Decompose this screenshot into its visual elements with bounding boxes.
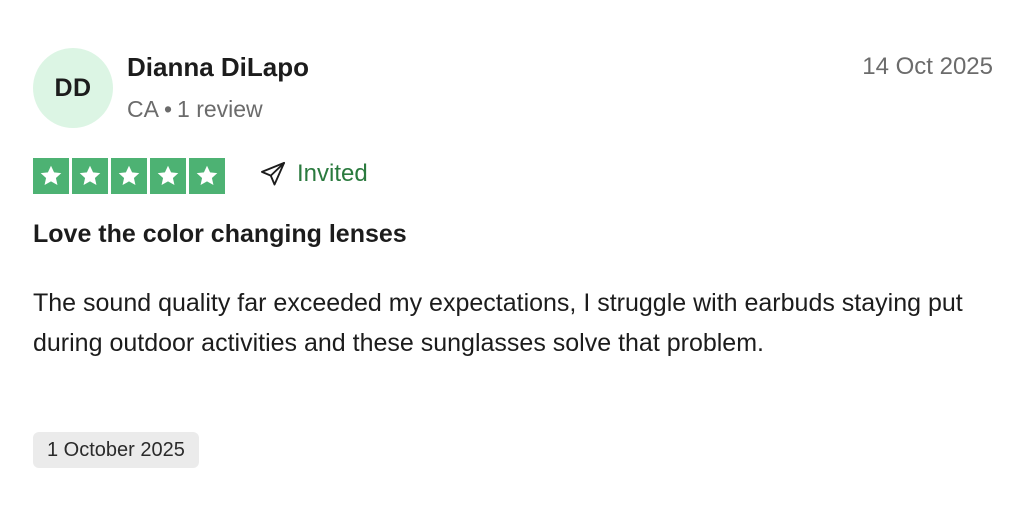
star-icon: [79, 165, 101, 186]
review-body: The sound quality far exceeded my expect…: [33, 289, 963, 357]
reviewer-meta: CA • 1 review: [127, 96, 263, 123]
meta-separator: •: [163, 96, 173, 122]
star-icon: [40, 165, 62, 186]
review-card: DD Dianna DiLapo CA • 1 review 14 Oct 2025…: [0, 0, 1024, 529]
star-1: [33, 158, 69, 194]
star-5: [189, 158, 225, 194]
review-title[interactable]: Love the color changing lenses: [33, 220, 407, 249]
send-icon: [260, 161, 286, 186]
star-4: [150, 158, 186, 194]
avatar-initials: DD: [54, 73, 92, 102]
star-icon: [157, 165, 179, 186]
review-count: 1 review: [177, 96, 263, 122]
invited-label: Invited: [297, 160, 368, 187]
experience-date: 1 October 2025: [47, 438, 185, 461]
reviewer-name[interactable]: Dianna DiLapo: [127, 52, 309, 83]
star-2: [72, 158, 108, 194]
star-icon: [118, 165, 140, 186]
review-date: 14 Oct 2025: [862, 53, 993, 80]
reviewer-country: CA: [127, 96, 159, 122]
invited-indicator[interactable]: Invited: [259, 160, 368, 188]
avatar[interactable]: DD: [33, 48, 113, 128]
star-3: [111, 158, 147, 194]
star-icon: [196, 165, 218, 186]
experience-date-badge: 1 October 2025: [33, 432, 199, 468]
star-rating: [33, 158, 225, 194]
